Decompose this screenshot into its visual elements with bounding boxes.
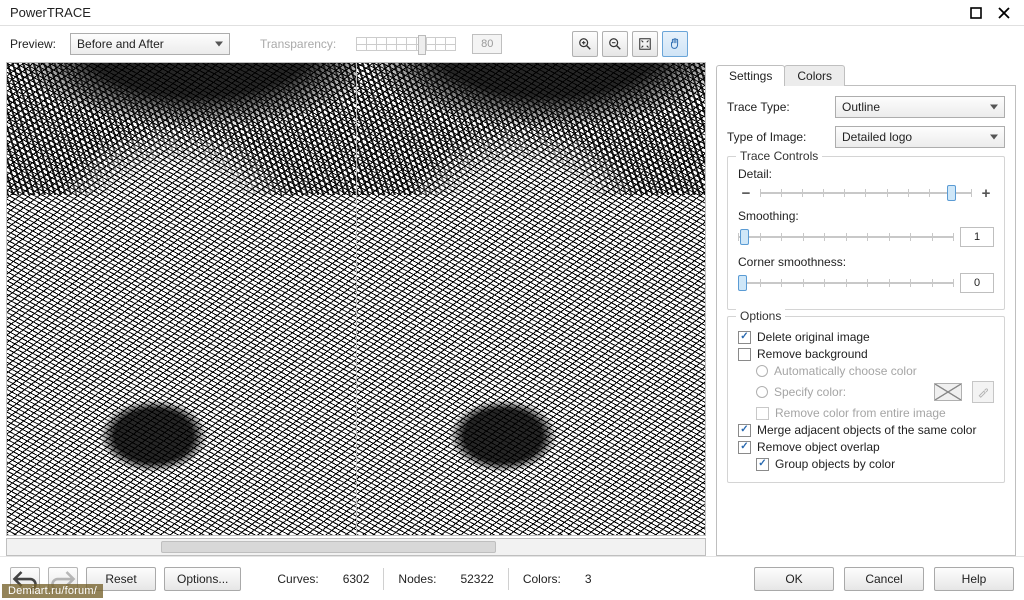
preview-mode-select[interactable]: Before and After xyxy=(70,33,230,55)
transparency-thumb[interactable] xyxy=(418,35,426,55)
zoom-in-button[interactable] xyxy=(572,31,598,57)
pan-button[interactable] xyxy=(662,31,688,57)
remove-background-checkbox[interactable] xyxy=(738,348,751,361)
delete-original-checkbox[interactable] xyxy=(738,331,751,344)
preview-area xyxy=(0,62,712,556)
specify-color-swatch xyxy=(934,383,962,401)
footer: Reset Options... Curves:6302 Nodes:52322… xyxy=(0,556,1024,600)
maximize-button[interactable] xyxy=(962,4,990,22)
smoothing-value[interactable]: 1 xyxy=(960,227,994,247)
group-by-color-row[interactable]: Group objects by color xyxy=(756,457,994,471)
transparency-slider[interactable] xyxy=(356,37,456,51)
corner-value[interactable]: 0 xyxy=(960,273,994,293)
detail-plus-icon[interactable]: + xyxy=(978,185,994,201)
corner-label: Corner smoothness: xyxy=(738,255,994,269)
nodes-label: Nodes: xyxy=(398,572,436,586)
type-of-image-label: Type of Image: xyxy=(727,130,827,144)
stats: Curves: 6302 Nodes: 52322 Colors: 3 xyxy=(263,568,605,590)
smoothing-slider[interactable] xyxy=(738,229,954,245)
options-button[interactable]: Options... xyxy=(164,567,241,591)
close-button[interactable] xyxy=(990,4,1018,22)
transparency-label: Transparency: xyxy=(260,37,336,51)
settings-panel: Trace Type: Outline Type of Image: Detai… xyxy=(716,85,1016,556)
zoom-out-button[interactable] xyxy=(602,31,628,57)
curves-value: 6302 xyxy=(343,572,370,586)
window-title: PowerTRACE xyxy=(10,5,962,20)
specify-color-row: Specify color: xyxy=(756,381,994,403)
tab-colors[interactable]: Colors xyxy=(784,65,845,86)
titlebar: PowerTRACE xyxy=(0,0,1024,26)
detail-thumb[interactable] xyxy=(947,185,956,201)
delete-original-row[interactable]: Delete original image xyxy=(738,330,994,344)
smoothing-thumb[interactable] xyxy=(740,229,749,245)
remove-overlap-checkbox[interactable] xyxy=(738,441,751,454)
remove-overlap-label: Remove object overlap xyxy=(757,440,880,454)
auto-color-label: Automatically choose color xyxy=(774,364,917,378)
cancel-button[interactable]: Cancel xyxy=(844,567,924,591)
trace-type-select[interactable]: Outline xyxy=(835,96,1005,118)
remove-background-label: Remove background xyxy=(757,347,868,361)
specify-color-radio xyxy=(756,386,768,398)
options-label: Options xyxy=(736,309,785,323)
remove-background-row[interactable]: Remove background xyxy=(738,347,994,361)
main-row: Settings Colors Trace Type: Outline Type… xyxy=(0,62,1024,556)
auto-color-row: Automatically choose color xyxy=(756,364,994,378)
fit-button[interactable] xyxy=(632,31,658,57)
corner-thumb[interactable] xyxy=(738,275,747,291)
type-of-image-select[interactable]: Detailed logo xyxy=(835,126,1005,148)
auto-color-radio xyxy=(756,365,768,377)
trace-controls-group: Trace Controls Detail: − + Smoothing: xyxy=(727,156,1005,310)
merge-adjacent-row[interactable]: Merge adjacent objects of the same color xyxy=(738,423,994,437)
remove-entire-label: Remove color from entire image xyxy=(775,406,946,420)
merge-adjacent-checkbox[interactable] xyxy=(738,424,751,437)
nodes-value: 52322 xyxy=(460,572,493,586)
scrollbar-thumb[interactable] xyxy=(161,541,496,553)
delete-original-label: Delete original image xyxy=(757,330,870,344)
group-by-color-checkbox[interactable] xyxy=(756,458,769,471)
remove-entire-row: Remove color from entire image xyxy=(756,406,994,420)
tab-settings[interactable]: Settings xyxy=(716,65,785,86)
detail-minus-icon[interactable]: − xyxy=(738,185,754,201)
merge-adjacent-label: Merge adjacent objects of the same color xyxy=(757,423,976,437)
detail-slider[interactable] xyxy=(760,185,972,201)
tabs: Settings Colors xyxy=(716,62,1016,86)
preview-label: Preview: xyxy=(10,37,56,51)
watermark: Demiart.ru/forum/ xyxy=(2,584,103,598)
colors-label: Colors: xyxy=(523,572,561,586)
right-panel: Settings Colors Trace Type: Outline Type… xyxy=(712,62,1024,556)
transparency-value: 80 xyxy=(472,34,502,54)
specify-color-label: Specify color: xyxy=(774,385,846,399)
group-by-color-label: Group objects by color xyxy=(775,457,895,471)
options-group: Options Delete original image Remove bac… xyxy=(727,316,1005,483)
preview-before xyxy=(7,63,356,535)
view-tools xyxy=(572,31,688,57)
preview-canvas[interactable] xyxy=(6,62,706,536)
trace-controls-label: Trace Controls xyxy=(736,149,822,163)
top-toolbar: Preview: Before and After Transparency: … xyxy=(0,26,1024,62)
detail-label: Detail: xyxy=(738,167,994,181)
corner-slider[interactable] xyxy=(738,275,954,291)
remove-overlap-row[interactable]: Remove object overlap xyxy=(738,440,994,454)
ok-button[interactable]: OK xyxy=(754,567,834,591)
remove-entire-checkbox xyxy=(756,407,769,420)
curves-label: Curves: xyxy=(277,572,318,586)
preview-after xyxy=(356,63,706,535)
smoothing-label: Smoothing: xyxy=(738,209,994,223)
preview-scrollbar-horizontal[interactable] xyxy=(6,538,706,556)
preview-mode-value: Before and After xyxy=(77,37,164,51)
help-button[interactable]: Help xyxy=(934,567,1014,591)
trace-type-label: Trace Type: xyxy=(727,100,827,114)
colors-value: 3 xyxy=(585,572,592,586)
eyedropper-button xyxy=(972,381,994,403)
